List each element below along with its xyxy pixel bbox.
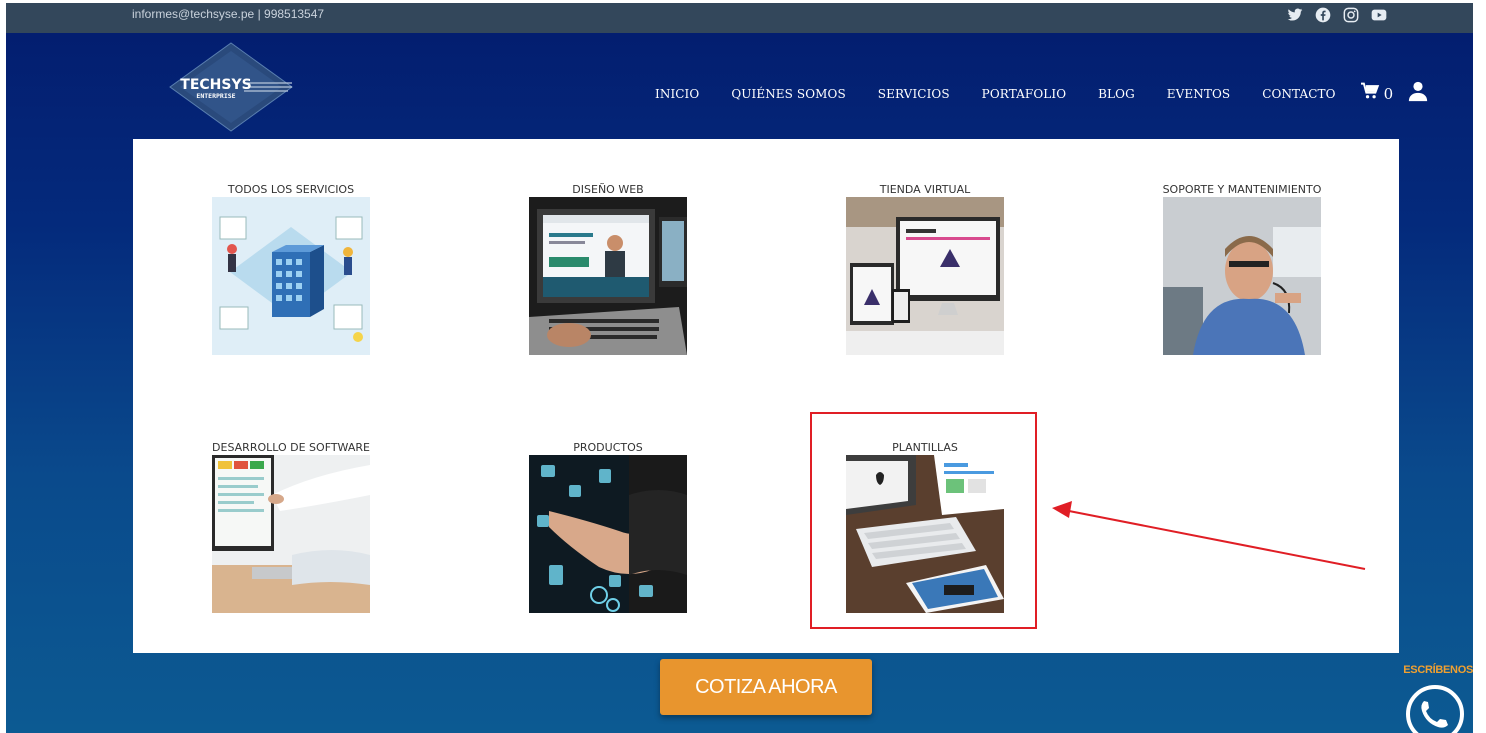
whatsapp-label: ESCRÍBENOS	[1403, 664, 1473, 676]
nav-inicio[interactable]: INICIO	[655, 87, 699, 101]
service-card-tienda-virtual[interactable]: TIENDA VIRTUAL	[835, 183, 1015, 355]
logo-subtext: ENTERPRISE	[196, 92, 235, 100]
service-label: DISEÑO WEB	[572, 183, 644, 196]
service-image-soporte[interactable]	[1163, 197, 1321, 355]
service-label: PRODUCTOS	[573, 441, 643, 454]
service-label: DESARROLLO DE SOFTWARE	[212, 441, 370, 454]
quote-button-label: COTIZA AHORA	[695, 675, 837, 698]
youtube-icon[interactable]	[1371, 7, 1387, 23]
service-label: SOPORTE Y MANTENIMIENTO	[1162, 183, 1322, 196]
nav-portafolio[interactable]: PORTAFOLIO	[982, 87, 1066, 101]
techsys-logo[interactable]: TECHSYS ENTERPRISE	[166, 39, 296, 135]
instagram-icon[interactable]	[1343, 7, 1359, 23]
nav-contacto[interactable]: CONTACTO	[1262, 87, 1335, 101]
service-label: TODOS LOS SERVICIOS	[227, 183, 355, 196]
services-panel: TODOS LOS SERVICIOS DISEÑO WEB TIENDA VI…	[133, 139, 1399, 653]
service-image-desarrollo-software[interactable]	[212, 455, 370, 613]
whatsapp-icon[interactable]	[1404, 683, 1466, 733]
social-links	[1287, 7, 1387, 23]
top-bar: informes@techsyse.pe | 998513547	[6, 3, 1473, 33]
nav-eventos[interactable]: EVENTOS	[1167, 87, 1230, 101]
service-card-desarrollo-software[interactable]: DESARROLLO DE SOFTWARE	[201, 441, 381, 613]
cart-icon	[1360, 82, 1380, 105]
logo-text: TECHSYS	[180, 77, 251, 93]
twitter-icon[interactable]	[1287, 7, 1303, 23]
service-image-todos[interactable]	[212, 197, 370, 355]
nav-blog[interactable]: BLOG	[1098, 87, 1135, 101]
service-label: TIENDA VIRTUAL	[879, 183, 971, 196]
nav-quienes-somos[interactable]: QUIÉNES SOMOS	[731, 87, 845, 101]
service-image-diseno-web[interactable]	[529, 197, 687, 355]
service-card-todos[interactable]: TODOS LOS SERVICIOS	[201, 183, 381, 355]
page-frame: informes@techsyse.pe | 998513547 TECHSYS	[6, 3, 1473, 733]
cart-count: 0	[1383, 84, 1394, 103]
main-nav: INICIO QUIÉNES SOMOS SERVICIOS PORTAFOLI…	[655, 80, 1429, 107]
service-card-diseno-web[interactable]: DISEÑO WEB	[518, 183, 698, 355]
service-card-productos[interactable]: PRODUCTOS	[518, 441, 698, 613]
contact-info: informes@techsyse.pe | 998513547	[132, 7, 325, 21]
plantillas-highlight-box	[810, 412, 1037, 629]
nav-servicios[interactable]: SERVICIOS	[878, 87, 950, 101]
service-image-tienda-virtual[interactable]	[846, 197, 1004, 355]
facebook-icon[interactable]	[1315, 7, 1331, 23]
quote-button[interactable]: COTIZA AHORA	[660, 659, 872, 715]
service-image-productos[interactable]	[529, 455, 687, 613]
cart-button[interactable]: 0	[1360, 82, 1394, 105]
user-icon[interactable]	[1407, 80, 1429, 107]
service-card-soporte[interactable]: SOPORTE Y MANTENIMIENTO	[1152, 183, 1332, 355]
